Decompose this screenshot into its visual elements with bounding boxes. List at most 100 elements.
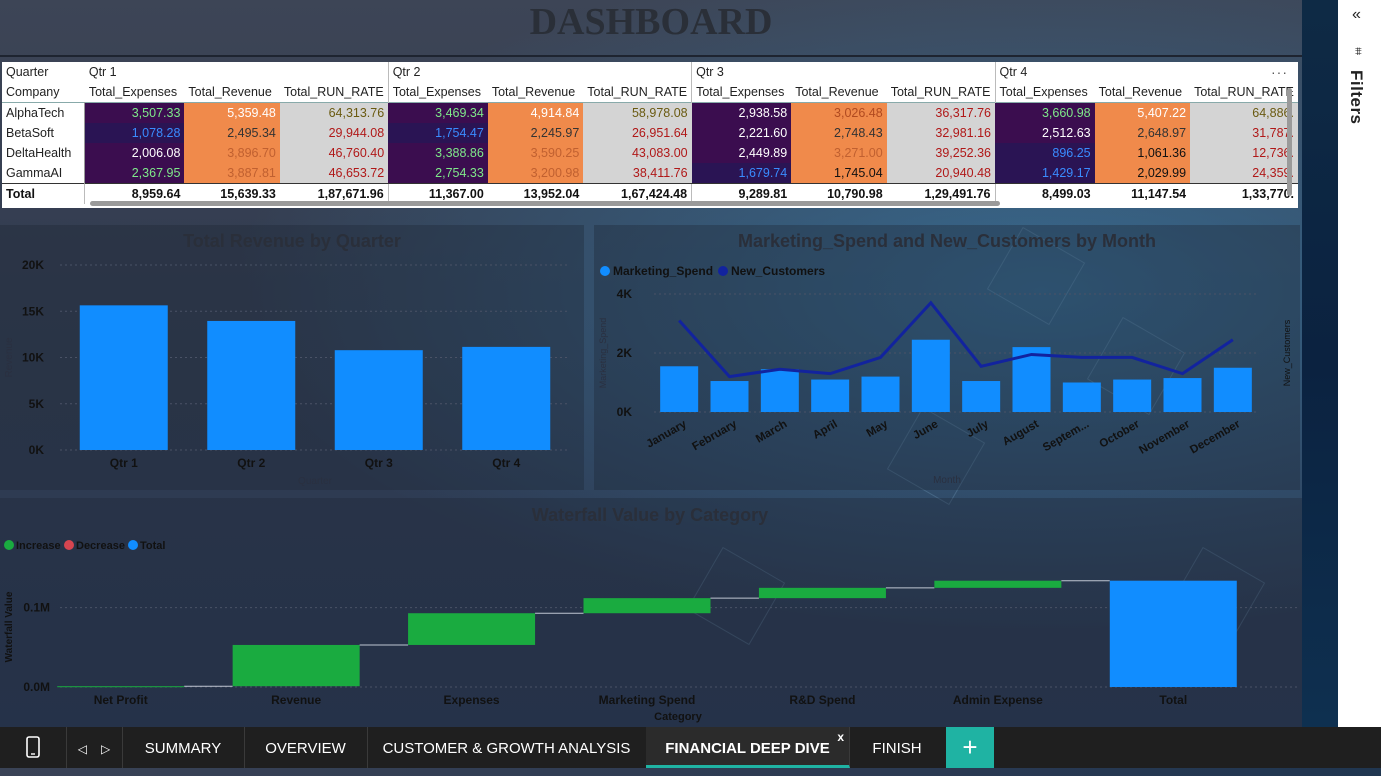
filters-label[interactable]: Filters — [1346, 70, 1366, 125]
horizontal-scrollbar[interactable] — [90, 201, 1000, 206]
waterfall-chart: Increase Decrease Total 0.0M 0.1M Net Profit R… — [4, 540, 1298, 723]
matrix-header-columns: Company Total_Expenses Total_Revenue Total_… — [2, 82, 1298, 103]
value-cell: 3,388.86 — [388, 143, 488, 163]
total-cell: 1,33,770. — [1190, 183, 1298, 204]
value-cell: 46,653.72 — [279, 163, 389, 184]
column-header: Total_RUN_RATE — [1190, 82, 1298, 103]
table-row: GammaAI 2,367.95 3,887.81 46,653.72 2,754.33… — [2, 163, 1298, 184]
value-cell: 1,061.36 — [1094, 143, 1191, 163]
page-nav-arrows: ◁ ▷ — [66, 727, 123, 768]
x-tick-label: Admin Expense — [953, 693, 1043, 707]
double-chevron-left-icon[interactable]: « — [1352, 6, 1361, 24]
y-tick-label: 10K — [22, 351, 44, 365]
x-tick-label: Qtr 2 — [237, 456, 265, 470]
y-axis-title: Revenue — [4, 337, 15, 377]
bar — [57, 686, 185, 688]
company-name: GammaAI — [2, 163, 86, 184]
tab-summary[interactable]: SUMMARY — [122, 727, 245, 768]
bar — [583, 598, 711, 614]
value-cell: 2,029.99 — [1094, 163, 1191, 184]
column-header: Total_Expenses — [84, 82, 185, 103]
column-header: Total_Expenses — [691, 82, 792, 103]
mobile-layout-button[interactable] — [0, 727, 67, 768]
value-cell: 2,512.63 — [995, 123, 1095, 143]
y-tick-label: 5K — [29, 397, 45, 411]
y-tick-label: 2K — [617, 346, 633, 360]
total-cell: 11,147.54 — [1094, 183, 1191, 204]
x-tick-label: Qtr 1 — [110, 456, 138, 470]
column-header: Total_RUN_RATE — [886, 82, 995, 103]
x-tick-label: November — [1137, 418, 1192, 457]
vertical-scrollbar[interactable] — [1287, 88, 1292, 196]
bar — [79, 305, 168, 450]
value-cell: 2,449.89 — [691, 143, 792, 163]
tab-overview[interactable]: OVERVIEW — [244, 727, 368, 768]
legend-label: Increase — [16, 540, 61, 552]
filters-pane[interactable]: « ⩨ Filters — [1338, 0, 1381, 727]
financial-matrix[interactable]: Quarter Qtr 1 Qtr 2 Qtr 3 Qtr 4 Company Total_… — [2, 62, 1298, 208]
bar — [1113, 379, 1152, 412]
x-tick-label: June — [911, 418, 940, 442]
legend-marker — [64, 540, 74, 550]
value-cell: 3,469.34 — [388, 102, 488, 123]
y-tick-label: 15K — [22, 304, 44, 318]
close-tab-icon[interactable]: x — [837, 715, 844, 759]
column-header: Total_Revenue — [791, 82, 887, 103]
y-tick-label: 4K — [617, 287, 633, 301]
bar — [462, 346, 551, 450]
legend-marker — [128, 540, 138, 550]
column-header: Total_Revenue — [487, 82, 584, 103]
x-tick-label: March — [754, 418, 789, 445]
quarter-label: Qtr 4 — [994, 62, 1298, 82]
revenue-chart: 0K 5K 10K 15K 20K Qtr 1 Qtr 2 Qtr 3 Qtr 4 Quarter… — [4, 258, 570, 487]
title-divider — [0, 55, 1302, 57]
x-tick-label: Qtr 3 — [365, 456, 393, 470]
company-name: AlphaTech — [2, 102, 86, 123]
page-title: DASHBOARD — [529, 1, 773, 43]
value-cell: 3,896.70 — [184, 143, 280, 163]
value-cell: 1,754.47 — [388, 123, 488, 143]
value-cell: 26,951.64 — [583, 123, 692, 143]
value-cell: 36,317.76 — [886, 102, 995, 123]
legend-label: Marketing_Spend — [613, 264, 713, 278]
phone-icon — [26, 736, 40, 758]
value-cell: 39,252.36 — [886, 143, 995, 163]
x-tick-label: July — [965, 418, 991, 440]
y2-axis-title: New_Customers — [1282, 319, 1292, 386]
value-cell: 896.25 — [995, 143, 1095, 163]
tab-financial-deep-dive[interactable]: FINANCIAL DEEP DIVE x — [646, 727, 850, 768]
x-axis-title: Category — [654, 711, 703, 723]
bar — [334, 350, 423, 450]
y-tick-label: 0.0M — [23, 680, 50, 694]
value-cell: 3,590.25 — [487, 143, 584, 163]
x-tick-label: Expenses — [444, 693, 500, 707]
waterfall-chart-panel[interactable]: Waterfall Value by Category Increase Decr… — [0, 498, 1302, 727]
filter-icon[interactable]: ⩨ — [1355, 44, 1362, 59]
prev-page-icon[interactable]: ◁ — [78, 742, 87, 756]
tab-customer-growth-analysis[interactable]: CUSTOMER & GROWTH ANALYSIS — [367, 727, 647, 768]
value-cell: 29,944.08 — [279, 123, 389, 143]
value-cell: 5,407.22 — [1094, 102, 1191, 123]
value-cell: 38,411.76 — [583, 163, 692, 184]
value-cell: 2,648.97 — [1094, 123, 1191, 143]
tab-finish[interactable]: FINISH — [850, 727, 944, 768]
table-row: DeltaHealth 2,006.08 3,896.70 46,760.40 3,38… — [2, 143, 1298, 163]
tab-label: FINANCIAL DEEP DIVE — [665, 740, 830, 757]
value-cell: 24,359. — [1190, 163, 1298, 184]
value-cell: 3,887.81 — [184, 163, 280, 184]
bar — [811, 379, 850, 412]
next-page-icon[interactable]: ▷ — [101, 742, 110, 756]
x-tick-label: August — [1001, 418, 1041, 448]
matrix-header-quarter: Quarter Qtr 1 Qtr 2 Qtr 3 Qtr 4 — [2, 62, 1298, 82]
marketing-chart-panel[interactable]: Marketing_Spend and New_Customers by Mon… — [594, 225, 1300, 490]
bar — [1062, 382, 1101, 412]
more-options-icon[interactable]: ··· — [1271, 64, 1288, 80]
add-page-button[interactable]: + — [946, 727, 994, 768]
legend-marker — [718, 266, 728, 276]
value-cell: 3,200.98 — [487, 163, 584, 184]
series-line — [678, 300, 1234, 379]
revenue-chart-panel[interactable]: Total Revenue by Quarter 0K 5K 10K 15K 20K Qt… — [0, 225, 584, 490]
value-cell: 64,313.76 — [279, 102, 389, 123]
value-cell: 2,495.34 — [184, 123, 280, 143]
value-cell: 1,745.04 — [791, 163, 887, 184]
